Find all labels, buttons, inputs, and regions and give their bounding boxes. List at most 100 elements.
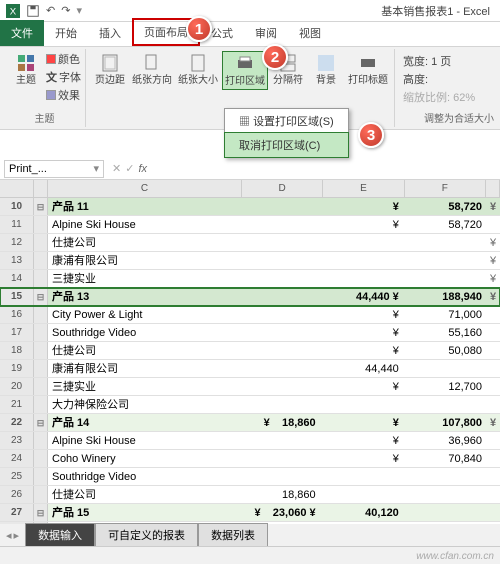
outline-toggle[interactable]	[34, 360, 48, 377]
cell[interactable]	[236, 252, 319, 269]
row-number[interactable]: 15	[0, 288, 34, 305]
cell[interactable]	[486, 216, 500, 233]
cell[interactable]: 71,000	[403, 306, 486, 323]
chevron-down-icon[interactable]: ▾	[93, 162, 99, 175]
cell[interactable]: 70,840	[403, 450, 486, 467]
row-number[interactable]: 21	[0, 396, 34, 413]
outline-toggle[interactable]	[34, 306, 48, 323]
cell[interactable]	[236, 468, 319, 485]
cell[interactable]	[403, 360, 486, 377]
row-number[interactable]: 19	[0, 360, 34, 377]
fonts-button[interactable]: 文字体	[46, 69, 81, 85]
last-sheet-icon[interactable]: ▸	[14, 529, 20, 542]
outline-toggle[interactable]: ⊟	[34, 288, 48, 305]
sheet-tab-3[interactable]: 数据列表	[198, 523, 268, 547]
cell[interactable]: ¥	[320, 450, 403, 467]
cell[interactable]	[486, 468, 500, 485]
cell[interactable]	[486, 396, 500, 413]
cell[interactable]	[236, 450, 319, 467]
cell[interactable]	[236, 378, 319, 395]
outline-toggle[interactable]	[34, 342, 48, 359]
cell[interactable]: 55,160	[403, 324, 486, 341]
cell[interactable]: ¥	[320, 378, 403, 395]
orientation-button[interactable]: 纸张方向	[130, 51, 174, 88]
table-row[interactable]: 17Southridge Video¥55,160	[0, 324, 500, 342]
cell[interactable]: 产品 14	[48, 414, 236, 431]
cell[interactable]: Coho Winery	[48, 450, 236, 467]
outline-toggle[interactable]	[34, 486, 48, 503]
row-number[interactable]: 24	[0, 450, 34, 467]
cell[interactable]	[403, 234, 486, 251]
cell[interactable]: 产品 11	[48, 198, 236, 215]
cell[interactable]	[320, 252, 403, 269]
size-button[interactable]: 纸张大小	[176, 51, 220, 88]
sheet-tab-1[interactable]: 数据输入	[25, 523, 95, 547]
save-icon[interactable]	[26, 4, 40, 18]
cell[interactable]	[403, 486, 486, 503]
cell[interactable]: 仕捷公司	[48, 486, 236, 503]
cell[interactable]	[486, 504, 500, 521]
row-number[interactable]: 22	[0, 414, 34, 431]
cell[interactable]	[320, 486, 403, 503]
cell[interactable]	[320, 234, 403, 251]
cell[interactable]: ¥	[320, 432, 403, 449]
enter-icon[interactable]: ✓	[125, 162, 134, 175]
cell[interactable]: 36,960	[403, 432, 486, 449]
cell[interactable]: ¥	[320, 216, 403, 233]
cell[interactable]	[403, 270, 486, 287]
table-row[interactable]: 25 Southridge Video	[0, 468, 500, 486]
first-sheet-icon[interactable]: ◂	[6, 529, 12, 542]
tab-home[interactable]: 开始	[44, 20, 88, 46]
cell[interactable]	[320, 270, 403, 287]
cell[interactable]	[236, 396, 319, 413]
sheet-nav[interactable]: ◂▸	[0, 529, 25, 542]
cell[interactable]: 仕捷公司	[48, 342, 236, 359]
cell[interactable]	[403, 252, 486, 269]
cell[interactable]: 三捷实业	[48, 378, 236, 395]
row-number[interactable]: 13	[0, 252, 34, 269]
col-f[interactable]: F	[405, 180, 486, 197]
cell[interactable]: Southridge Video	[48, 468, 236, 485]
table-row[interactable]: 16City Power & Light¥71,000	[0, 306, 500, 324]
cell[interactable]	[486, 450, 500, 467]
set-print-area-item[interactable]: ▦ 设置打印区域(S)	[225, 109, 348, 133]
cell[interactable]: City Power & Light	[48, 306, 236, 323]
cell[interactable]: 产品 15	[48, 504, 236, 521]
name-box[interactable]: Print_...▾	[4, 160, 104, 178]
row-number[interactable]: 12	[0, 234, 34, 251]
table-row[interactable]: 22⊟产品 14¥ 18,860¥107,800¥	[0, 414, 500, 432]
table-row[interactable]: 26仕捷公司18,860	[0, 486, 500, 504]
cell[interactable]: ¥	[486, 270, 500, 287]
outline-toggle[interactable]	[34, 216, 48, 233]
table-row[interactable]: 18 仕捷公司 ¥50,080	[0, 342, 500, 360]
cell[interactable]	[486, 324, 500, 341]
cell[interactable]	[486, 342, 500, 359]
cell[interactable]	[236, 288, 319, 305]
cell[interactable]	[236, 216, 319, 233]
row-number[interactable]: 17	[0, 324, 34, 341]
row-number[interactable]: 16	[0, 306, 34, 323]
outline-toggle[interactable]: ⊟	[34, 198, 48, 215]
scale-row[interactable]: 缩放比例: 62%	[403, 89, 475, 105]
cell[interactable]: ¥	[486, 198, 500, 215]
cell[interactable]: ¥	[486, 288, 500, 305]
row-number[interactable]: 18	[0, 342, 34, 359]
cell[interactable]: 三捷实业	[48, 270, 236, 287]
row-number[interactable]: 23	[0, 432, 34, 449]
cell[interactable]: Alpine Ski House	[48, 216, 236, 233]
cell[interactable]	[236, 342, 319, 359]
table-row[interactable]: 24 Coho Winery ¥70,840	[0, 450, 500, 468]
cell[interactable]	[236, 306, 319, 323]
effects-button[interactable]: 效果	[46, 87, 81, 103]
cell[interactable]: 大力神保险公司	[48, 396, 236, 413]
table-row[interactable]: 23Alpine Ski House¥36,960	[0, 432, 500, 450]
cell[interactable]: 44,440 ¥	[320, 288, 403, 305]
cell[interactable]	[486, 432, 500, 449]
outline-toggle[interactable]	[34, 234, 48, 251]
row-number[interactable]: 25	[0, 468, 34, 485]
background-button[interactable]: 背景	[308, 51, 344, 88]
cell[interactable]: 58,720	[403, 216, 486, 233]
outline-toggle[interactable]	[34, 270, 48, 287]
cell[interactable]: 50,080	[403, 342, 486, 359]
cell[interactable]: ¥	[320, 342, 403, 359]
